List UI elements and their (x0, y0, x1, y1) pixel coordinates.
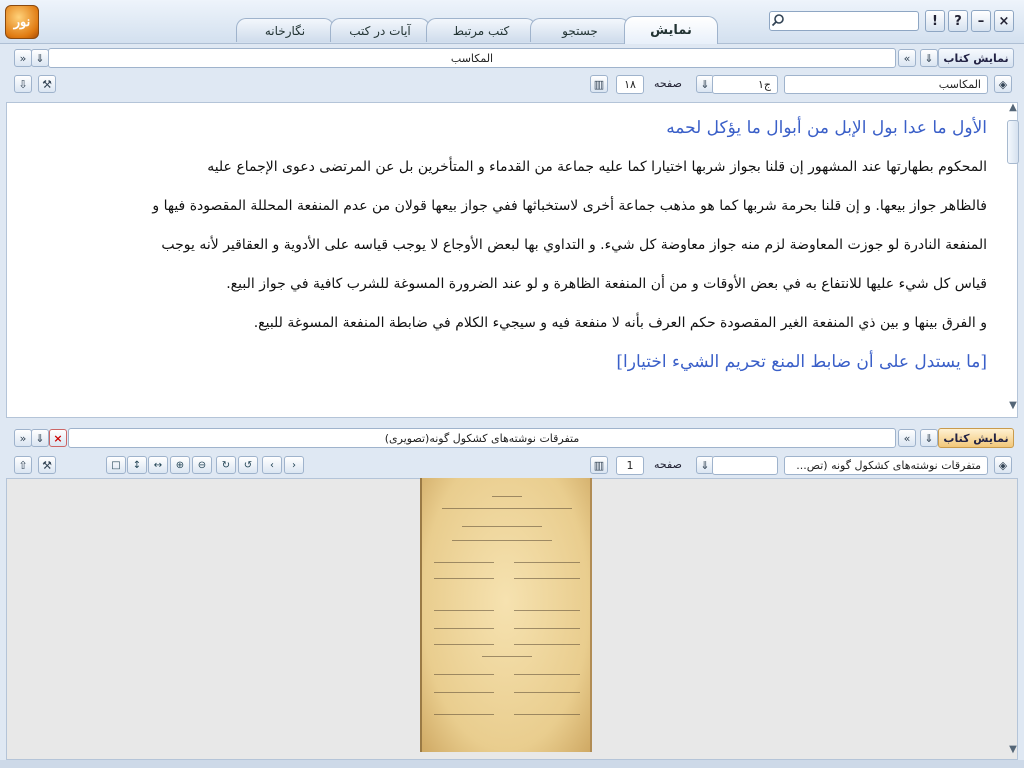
tab-label: جستجو (562, 23, 598, 38)
book-select-field[interactable]: المکاسب (784, 75, 988, 94)
text-line: فالظاهر جواز بيعها. و إن قلنا بحرمة شربه… (152, 198, 987, 214)
minimize-button[interactable]: – (971, 10, 991, 32)
tab-label: نمایش (650, 23, 692, 38)
volume-value: ج۱ (757, 78, 771, 91)
tab-label: آیات در کتب (349, 23, 411, 38)
app-logo[interactable]: نور (5, 5, 39, 39)
close-button[interactable]: × (994, 10, 1014, 32)
volume-field[interactable]: ج۱ (712, 75, 778, 94)
previous-page-icon[interactable]: ‹ (262, 456, 282, 474)
tab-verses-in-books[interactable]: آیات در کتب (330, 18, 430, 42)
scroll-down-icon[interactable]: ▼ (1006, 400, 1020, 414)
upload-icon[interactable]: ⇧ (14, 456, 32, 474)
page-number-field[interactable]: ۱۸ (616, 75, 644, 94)
zoom-out-icon[interactable]: ⊖ (192, 456, 212, 474)
text-line: المحكوم بطهارتها عند المشهور إن قلنا بجو… (207, 159, 987, 175)
book-select-field[interactable]: متفرقات نوشته‌های کشکول گونه (تص... (784, 456, 988, 475)
book-title: متفرقات نوشته‌های کشکول گونه(تصویری) (384, 431, 580, 445)
wrench-icon[interactable]: ⚒ (38, 75, 56, 93)
search-icon[interactable] (771, 13, 787, 29)
text-line: و الفرق بينها و بين ذي المنفعة الغير الم… (253, 315, 987, 331)
search-input[interactable] (769, 11, 919, 31)
tag-icon[interactable]: ◈ (994, 456, 1012, 474)
fit-width-icon[interactable]: ↔ (148, 456, 168, 474)
scroll-up-icon[interactable]: ▲ (1006, 102, 1020, 116)
heading: الأول ما عدا بول الإبل من أبوال ما يؤكل … (666, 118, 987, 138)
rotate-left-icon[interactable]: ↺ (238, 456, 258, 474)
expand-icon[interactable]: « (898, 429, 916, 447)
help-button[interactable]: ? (948, 10, 968, 32)
tab-related-books[interactable]: کتب مرتبط (426, 18, 536, 42)
book-title-bar: متفرقات نوشته‌های کشکول گونه(تصویری) (68, 428, 896, 448)
page-label: صفحه (654, 77, 682, 90)
text-line: المنفعة النادرة لو جوزت المعاوضة لزم منه… (161, 237, 987, 253)
status-bar (0, 760, 1024, 768)
tab-display[interactable]: نمایش (624, 16, 718, 44)
tab-label: کتب مرتبط (452, 23, 510, 38)
next-page-icon[interactable]: › (284, 456, 304, 474)
arrow-down-icon[interactable]: ⇓ (920, 49, 938, 67)
arrow-down-icon[interactable]: ⇓ (920, 429, 938, 447)
fit-height-icon[interactable]: ↕ (127, 456, 147, 474)
bookshelf-icon[interactable]: ▥ (590, 456, 608, 474)
close-pane-icon[interactable]: × (49, 429, 67, 447)
collapse-icon[interactable]: » (14, 49, 32, 67)
rotate-right-icon[interactable]: ↻ (216, 456, 236, 474)
text-pane: الأول ما عدا بول الإبل من أبوال ما يؤكل … (6, 102, 1018, 418)
alert-button[interactable]: ! (925, 10, 945, 32)
collapse-icon[interactable]: » (14, 429, 32, 447)
wrench-icon[interactable]: ⚒ (38, 456, 56, 474)
book-select-value: متفرقات نوشته‌های کشکول گونه (تص... (796, 459, 981, 472)
text-scrollbar[interactable]: ▲ ▼ (1006, 102, 1020, 418)
page-label: صفحه (654, 458, 682, 471)
scroll-down-icon[interactable]: ▼ (1006, 744, 1020, 758)
page-number-value: ۱۸ (624, 78, 636, 91)
arrow-down-icon[interactable]: ⇓ (31, 429, 49, 447)
tab-gallery[interactable]: نگارخانه (236, 18, 334, 42)
page-number-field[interactable]: 1 (616, 456, 644, 475)
text-line: قياس كل شيء عليها للانتفاع به في بعض الأ… (226, 276, 987, 292)
bookshelf-icon[interactable]: ▥ (590, 75, 608, 93)
show-book-button[interactable]: نمایش کتاب (938, 48, 1014, 68)
book-title-bar: المکاسب (48, 48, 896, 68)
heading: [ما يستدل على أن ضابط المنع تحريم الشيء … (616, 352, 987, 372)
arrow-down-icon[interactable]: ⇓ (31, 49, 49, 67)
scroll-thumb[interactable] (1007, 120, 1019, 164)
expand-icon[interactable]: « (898, 49, 916, 67)
tab-label: نگارخانه (264, 23, 306, 38)
book-title: المکاسب (450, 51, 494, 65)
zoom-in-icon[interactable]: ⊕ (170, 456, 190, 474)
manuscript-image[interactable] (420, 478, 592, 752)
tab-search[interactable]: جستجو (530, 18, 630, 42)
book-select-value: المکاسب (938, 78, 981, 91)
page-number-value: 1 (626, 459, 634, 472)
image-scrollbar[interactable]: ▼ (1006, 478, 1020, 760)
download-icon[interactable]: ⇩ (14, 75, 32, 93)
show-book-button[interactable]: نمایش کتاب (938, 428, 1014, 448)
tag-icon[interactable]: ◈ (994, 75, 1012, 93)
fit-page-icon[interactable]: □ (106, 456, 126, 474)
volume-field[interactable] (712, 456, 778, 475)
book-text: الأول ما عدا بول الإبل من أبوال ما يؤكل … (7, 109, 987, 382)
